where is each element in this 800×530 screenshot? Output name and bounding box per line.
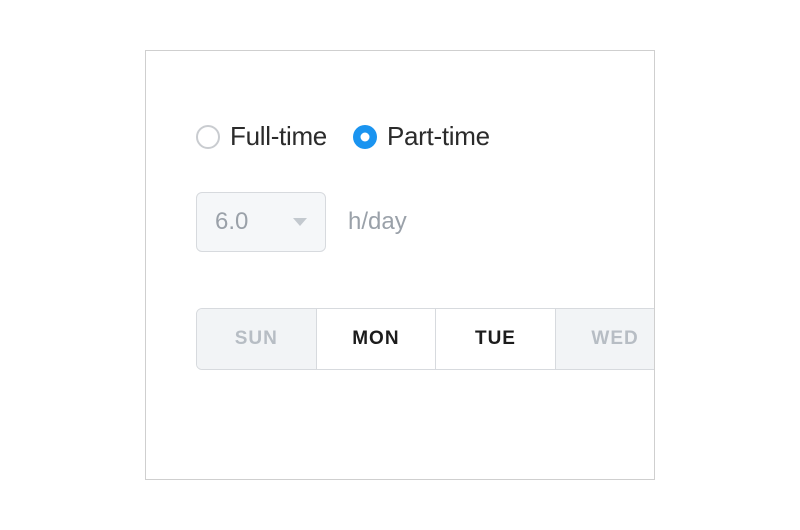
hours-value: 6.0 (215, 208, 248, 236)
settings-panel: Full-time Part-time 6.0 h/day SUN MON TU… (145, 50, 655, 480)
hours-select[interactable]: 6.0 (196, 192, 326, 252)
day-toggle-mon[interactable]: MON (317, 309, 437, 369)
radio-label: Full-time (230, 121, 327, 152)
day-code: WED (591, 328, 638, 350)
day-toggle-tue[interactable]: TUE (436, 309, 556, 369)
radio-icon (353, 125, 377, 149)
day-code: SUN (235, 328, 278, 350)
radio-option-full-time[interactable]: Full-time (196, 121, 327, 152)
hours-per-day-row: 6.0 h/day (196, 192, 654, 252)
day-code: TUE (475, 328, 516, 350)
employment-type-group: Full-time Part-time (196, 121, 654, 152)
radio-label: Part-time (387, 121, 490, 152)
day-toggle-wed[interactable]: WED (556, 309, 655, 369)
chevron-down-icon (293, 218, 307, 226)
day-code: MON (352, 328, 399, 350)
day-toggle-sun[interactable]: SUN (197, 309, 317, 369)
days-of-week-selector: SUN MON TUE WED THU (196, 308, 655, 370)
hours-unit-label: h/day (348, 208, 407, 236)
radio-icon (196, 125, 220, 149)
radio-option-part-time[interactable]: Part-time (353, 121, 490, 152)
